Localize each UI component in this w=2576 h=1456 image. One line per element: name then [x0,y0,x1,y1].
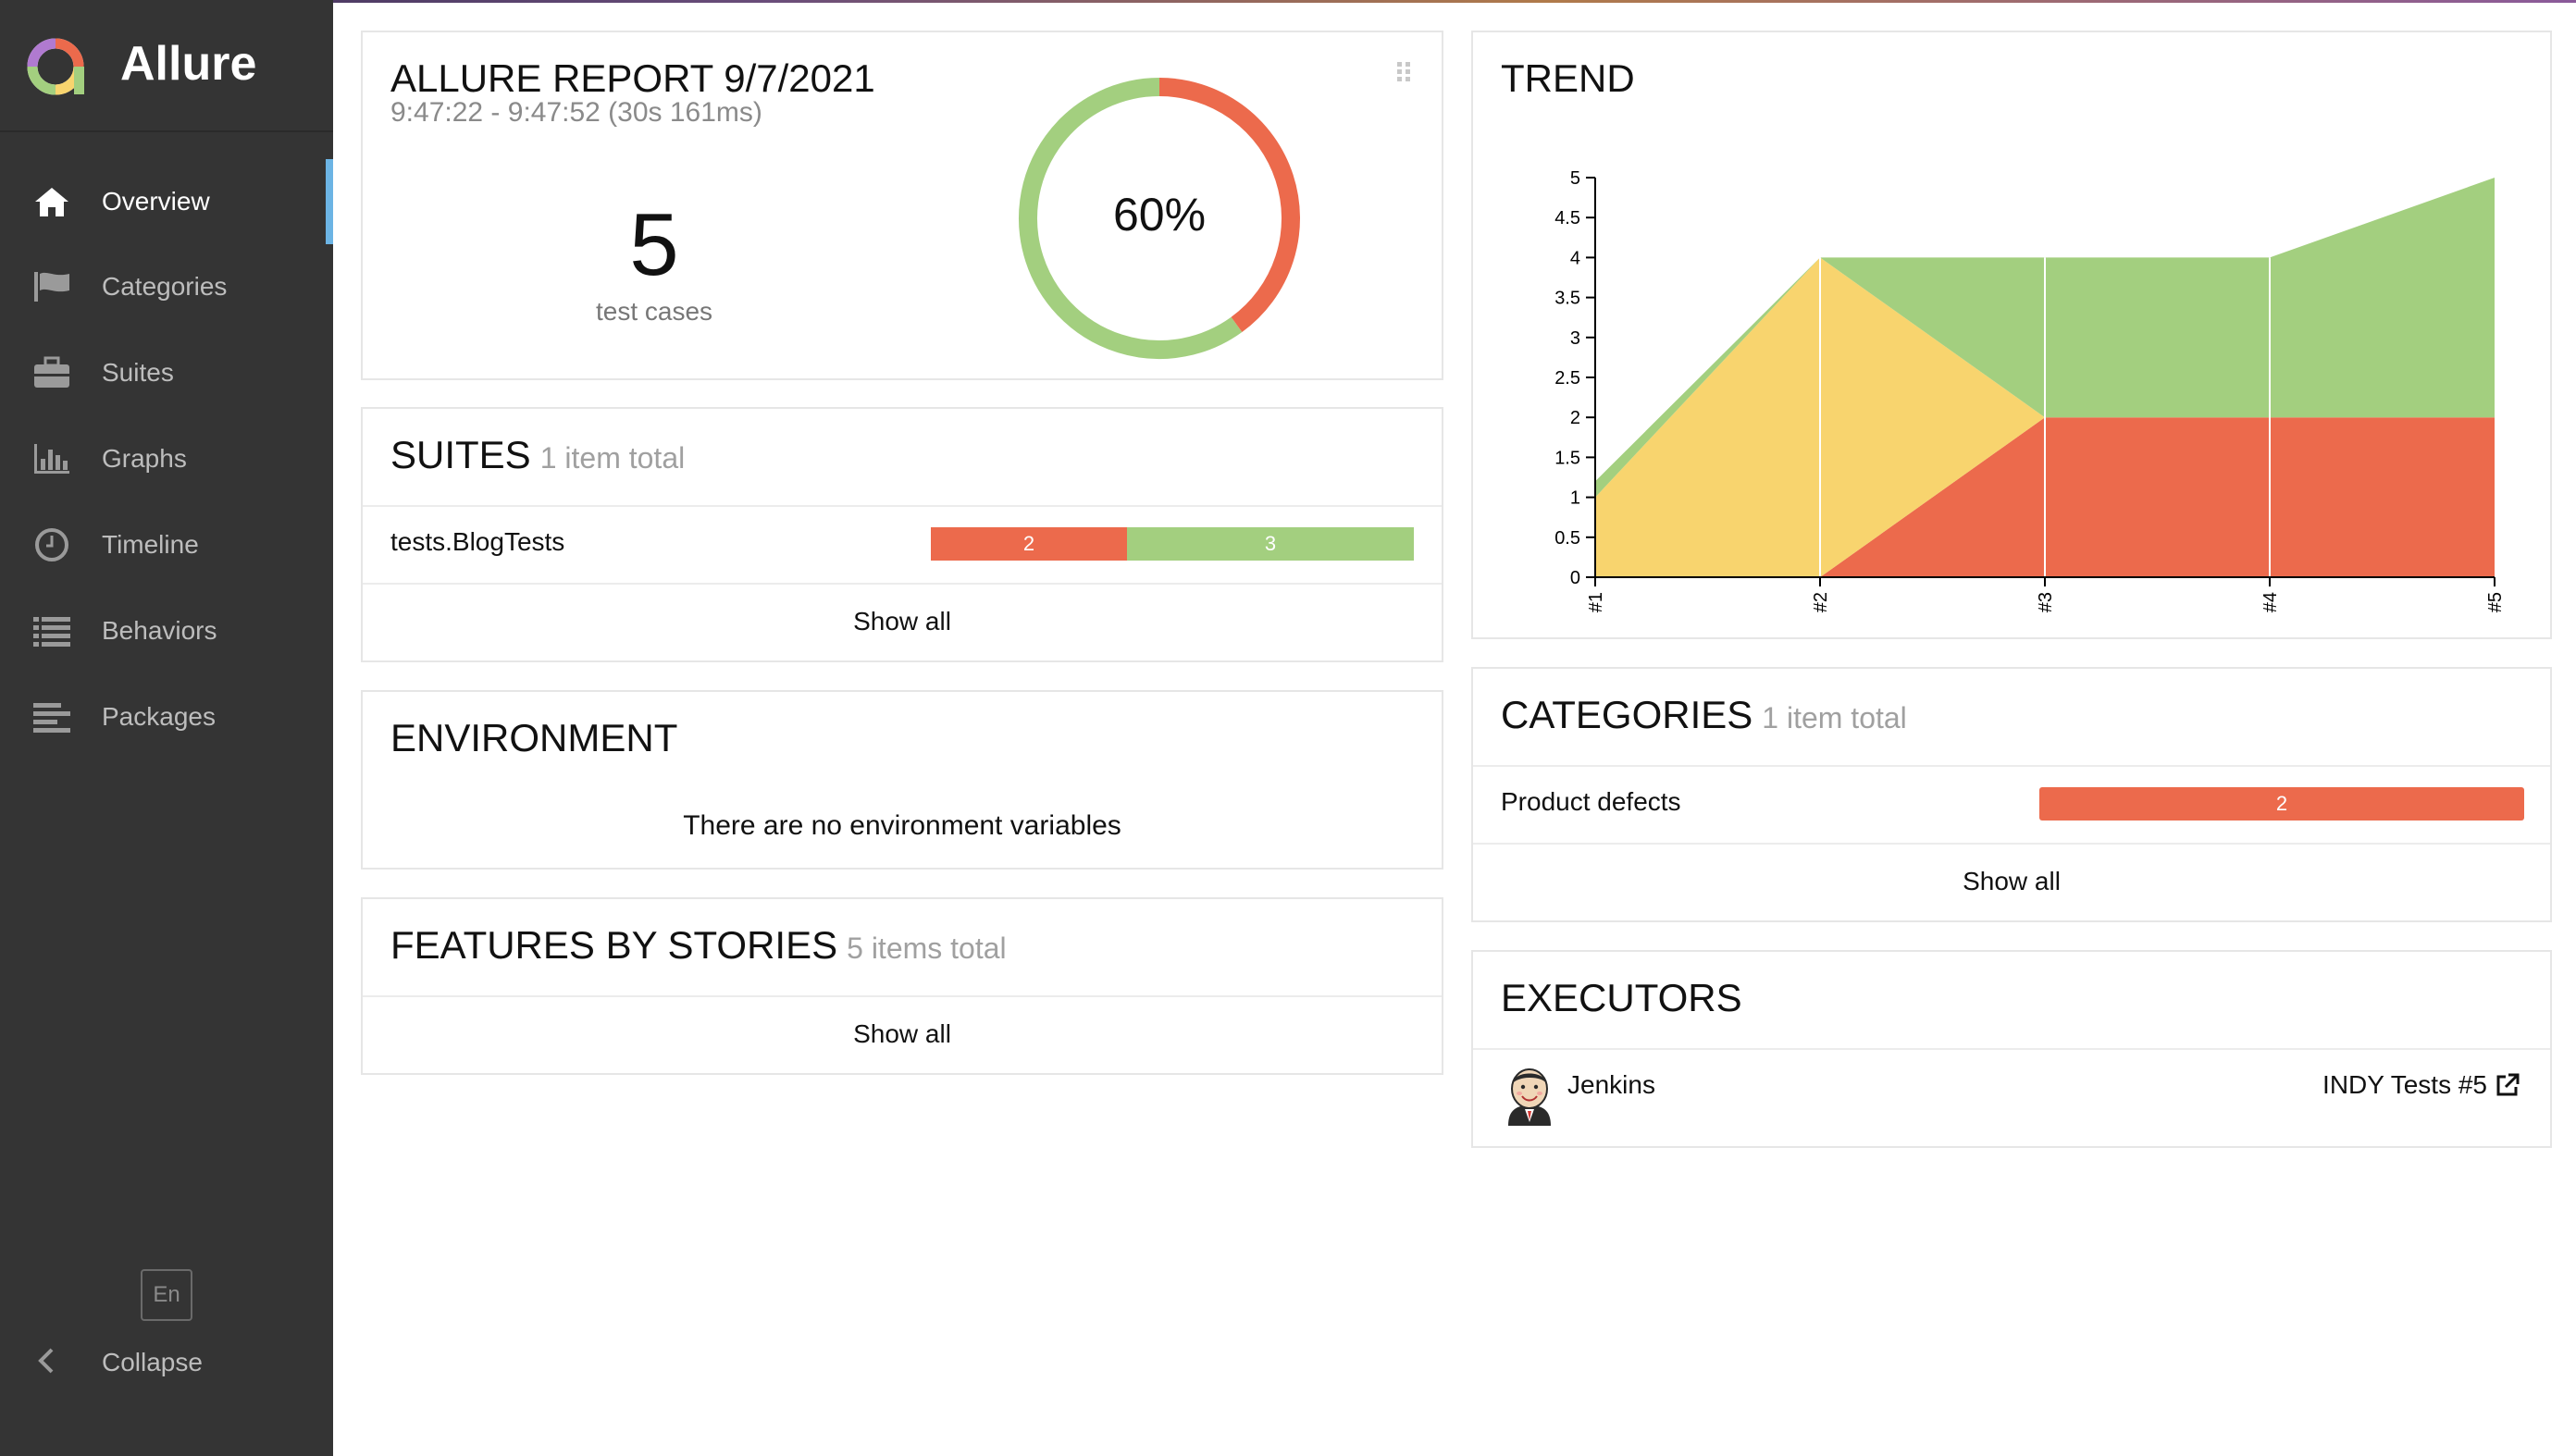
sidebar: Allure Overview Categories Suites Graphs… [0,0,333,1456]
executors-title: EXECUTORS [1501,976,1742,1019]
collapse-button[interactable]: Collapse [0,1321,333,1404]
divider [363,583,1442,585]
categories-widget: CATEGORIES 1 item total Product defects 2… [1471,667,2552,922]
suite-passed-bar[interactable]: 3 [1127,527,1414,561]
categories-show-all-link[interactable]: Show all [1473,867,2550,896]
executors-widget: EXECUTORS Jenkins INDY Tests #5 [1471,950,2552,1148]
chevron-left-icon [35,1347,57,1379]
suites-title-text: SUITES [390,433,531,476]
suite-name: tests.BlogTests [390,527,565,556]
x-tick-label: #3 [2036,592,2056,612]
executor-build-link-label: INDY Tests #5 [2322,1070,2487,1099]
y-tick-label: 4.5 [1554,208,1580,228]
test-count: 5 [629,195,679,294]
y-tick-label: 2 [1570,408,1580,428]
app-name: Allure [120,37,257,91]
suites-title: SUITES 1 item total [390,433,685,477]
bar-chart-icon [31,438,72,479]
x-tick-label: #1 [1586,592,1606,612]
y-tick-label: 1 [1570,488,1580,509]
sidebar-item-label: Behaviors [102,616,217,645]
x-tick-label: #5 [2485,592,2506,612]
sidebar-item-graphs[interactable]: Graphs [0,416,333,501]
clock-icon [31,524,72,565]
y-tick-label: 2.5 [1554,368,1580,389]
flag-icon [31,266,72,307]
sidebar-item-overview[interactable]: Overview [0,159,333,244]
sidebar-item-label: Timeline [102,530,199,559]
environment-empty-message: There are no environment variables [683,810,1121,841]
categories-count: 1 item total [1762,701,1907,734]
executor-row[interactable]: Jenkins INDY Tests #5 [1473,1050,2550,1148]
category-failed-bar[interactable]: 2 [2039,787,2524,821]
collapse-label: Collapse [102,1348,203,1376]
y-tick-label: 0.5 [1554,528,1580,549]
drag-handle-icon[interactable] [1395,60,1414,84]
sidebar-item-packages[interactable]: Packages [0,674,333,759]
pass-rate-label: 60% [1112,189,1207,241]
report-title: ALLURE REPORT 9/7/2021 [390,56,875,100]
summary-widget: ALLURE REPORT 9/7/2021 9:47:22 - 9:47:52… [361,31,1443,380]
suite-failed-bar[interactable]: 2 [931,527,1127,561]
features-show-all-link[interactable]: Show all [363,1019,1442,1049]
features-title-text: FEATURES BY STORIES [390,923,838,967]
features-count: 5 items total [847,932,1007,965]
suites-count: 1 item total [539,441,686,475]
category-name: Product defects [1501,787,1681,816]
list-icon [31,611,72,651]
trend-widget: TREND 0 0.5 1 1.5 2 2.5 3 3.5 4 4.5 5 #1 #2 #3 #4 #5 [1471,31,2552,639]
report-time-range: 9:47:22 - 9:47:52 (30s 161ms) [390,97,762,128]
y-tick-label: 5 [1570,168,1580,189]
sidebar-item-label: Overview [102,187,210,216]
suites-widget: SUITES 1 item total tests.BlogTests 2 3 S… [361,407,1443,662]
divider [363,995,1442,997]
briefcase-icon [31,352,72,393]
home-icon [31,181,72,222]
align-left-icon [31,697,72,737]
test-count-label: test cases [595,297,713,326]
category-row[interactable]: Product defects 2 [1473,767,2550,843]
jenkins-avatar-icon [1508,1068,1551,1126]
environment-widget: ENVIRONMENT There are no environment var… [361,690,1443,870]
y-tick-label: 4 [1570,248,1580,268]
features-title: FEATURES BY STORIES 5 items total [390,923,1007,968]
y-tick-label: 1.5 [1554,448,1580,468]
x-tick-label: #2 [1811,592,1831,612]
executor-build-link[interactable]: INDY Tests #5 [2322,1070,2520,1100]
categories-title-text: CATEGORIES [1501,693,1753,736]
external-link-icon [2496,1073,2520,1096]
suite-row[interactable]: tests.BlogTests 2 3 [363,507,1442,583]
sidebar-item-timeline[interactable]: Timeline [0,502,333,587]
divider [1473,843,2550,845]
y-tick-label: 0 [1570,568,1580,588]
trend-chart[interactable]: 0 0.5 1 1.5 2 2.5 3 3.5 4 4.5 5 #1 #2 #3 #4 #5 [1473,125,2554,624]
sidebar-item-suites[interactable]: Suites [0,330,333,415]
language-button[interactable]: En [141,1269,192,1321]
brand[interactable]: Allure [0,0,333,132]
allure-logo-icon [27,38,84,95]
trend-title: TREND [1501,56,1635,100]
sidebar-item-categories[interactable]: Categories [0,244,333,329]
y-tick-label: 3.5 [1554,289,1580,309]
features-widget: FEATURES BY STORIES 5 items total Show al… [361,897,1443,1075]
y-tick-label: 3 [1570,328,1580,349]
top-accent-line [0,0,2576,3]
x-tick-label: #4 [2260,592,2281,612]
environment-title: ENVIRONMENT [390,716,678,759]
categories-title: CATEGORIES 1 item total [1501,693,1907,737]
suites-show-all-link[interactable]: Show all [363,607,1442,636]
sidebar-item-label: Packages [102,702,216,731]
sidebar-item-label: Suites [102,358,174,387]
executor-name: Jenkins [1567,1070,1655,1099]
sidebar-item-label: Categories [102,272,228,301]
sidebar-item-label: Graphs [102,444,187,473]
sidebar-item-behaviors[interactable]: Behaviors [0,588,333,673]
